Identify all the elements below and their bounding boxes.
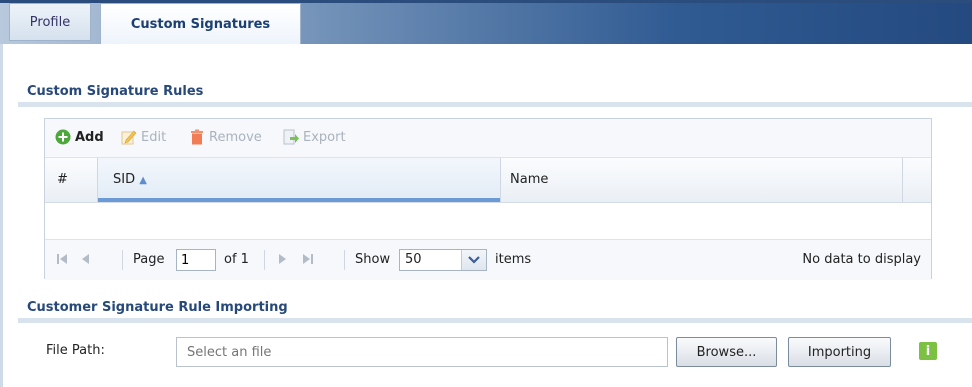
signature-rules-table: Add Edit Remove Export # SID ▲ Name Page… (44, 118, 932, 280)
page-size-select[interactable]: 50 (399, 249, 487, 271)
add-icon (55, 129, 71, 145)
pagination-bar: Page of 1 Show 50 items No data to displ… (45, 239, 931, 280)
column-header-index[interactable]: # (57, 172, 68, 187)
page-count-label: of 1 (224, 252, 249, 267)
page-number-input[interactable] (176, 249, 216, 271)
sid-column-highlight (97, 158, 500, 202)
items-label: items (495, 252, 532, 267)
last-page-icon[interactable] (301, 252, 315, 270)
no-data-status: No data to display (802, 252, 921, 267)
add-label: Add (75, 129, 104, 145)
column-divider (902, 158, 903, 202)
column-divider (97, 158, 98, 202)
column-header-sid[interactable]: SID ▲ (113, 172, 147, 187)
show-label: Show (355, 252, 391, 267)
first-page-icon[interactable] (55, 252, 69, 270)
import-section-title: Customer Signature Rule Importing (27, 300, 288, 315)
column-divider (500, 158, 501, 202)
page-label: Page (133, 252, 165, 267)
table-header-row: # SID ▲ Name (45, 158, 931, 203)
remove-button[interactable]: Remove (189, 129, 262, 145)
add-button[interactable]: Add (55, 129, 104, 145)
chevron-down-icon[interactable] (461, 250, 486, 270)
tab-profile[interactable]: Profile (9, 3, 91, 41)
next-page-icon[interactable] (275, 252, 289, 270)
tab-custom-signatures-label: Custom Signatures (130, 16, 271, 32)
sort-ascending-icon: ▲ (139, 175, 147, 186)
sid-sort-indicator-bar (97, 198, 500, 202)
column-header-sid-label: SID (113, 172, 136, 187)
pager-divider (264, 250, 265, 270)
previous-page-icon[interactable] (79, 252, 93, 270)
column-header-name[interactable]: Name (510, 172, 548, 187)
tab-custom-signatures[interactable]: Custom Signatures (100, 3, 301, 44)
rules-section-title: Custom Signature Rules (27, 84, 204, 99)
trash-icon (189, 129, 205, 145)
importing-button[interactable]: Importing (788, 337, 891, 367)
page-size-value: 50 (405, 252, 422, 267)
info-icon[interactable]: i (919, 342, 937, 360)
edit-icon (121, 129, 137, 145)
export-icon (283, 129, 299, 145)
pager-divider (122, 250, 123, 270)
rules-section-divider (18, 102, 972, 107)
export-button[interactable]: Export (283, 129, 346, 145)
edit-label: Edit (141, 129, 167, 145)
browse-button[interactable]: Browse... (676, 337, 777, 367)
edit-button[interactable]: Edit (121, 129, 166, 145)
file-path-label: File Path: (46, 343, 105, 358)
table-toolbar: Add Edit Remove Export (45, 119, 931, 158)
file-path-input[interactable] (176, 337, 668, 367)
tab-profile-label: Profile (29, 14, 71, 30)
left-frame-edge (0, 44, 3, 387)
remove-label: Remove (209, 129, 262, 145)
import-section-divider (18, 318, 972, 323)
pager-divider (344, 250, 345, 270)
export-label: Export (303, 129, 346, 145)
